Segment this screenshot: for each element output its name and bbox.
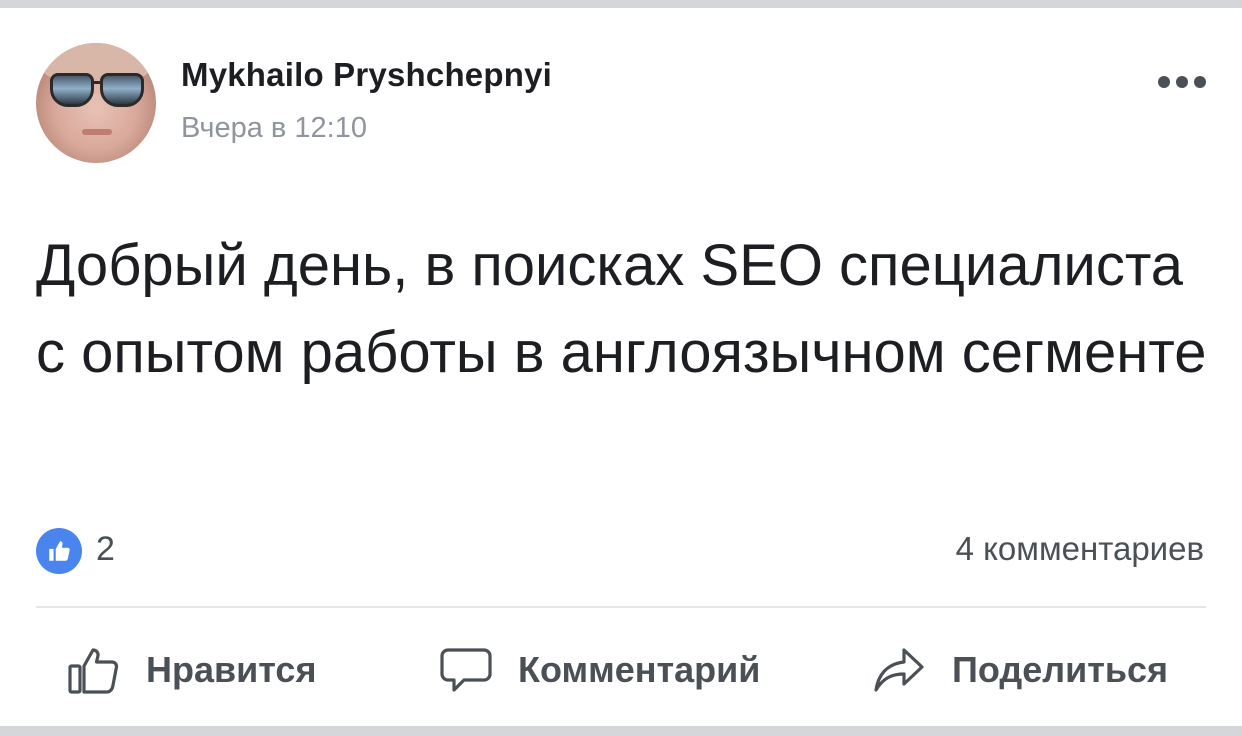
top-separator — [0, 0, 1242, 8]
bottom-separator — [0, 726, 1242, 736]
reaction-count[interactable]: 2 — [96, 530, 115, 569]
share-button[interactable]: Поделиться — [872, 638, 1168, 702]
more-options-button[interactable] — [1150, 64, 1214, 100]
more-dot-icon — [1158, 76, 1170, 88]
post-text: Добрый день, в поисках SEO специалиста с… — [36, 233, 1207, 385]
share-label: Поделиться — [952, 649, 1169, 690]
comments-count-link[interactable]: 4 комментариев — [956, 530, 1204, 568]
author-name[interactable]: Mykhailo Pryshchepnyi — [181, 56, 552, 94]
like-label: Нравится — [146, 649, 317, 690]
more-dot-icon — [1176, 76, 1188, 88]
more-dot-icon — [1194, 76, 1206, 88]
divider — [36, 606, 1206, 608]
thumbs-up-icon[interactable] — [36, 528, 82, 574]
post-card: Mykhailo Pryshchepnyi Вчера в 12:10 Добр… — [0, 0, 1242, 736]
post-timestamp[interactable]: Вчера в 12:10 — [181, 112, 367, 145]
speech-bubble-icon — [438, 642, 494, 698]
comment-button[interactable]: Комментарий — [438, 638, 760, 702]
share-arrow-icon — [872, 642, 928, 698]
thumbs-up-outline-icon — [66, 642, 122, 698]
avatar[interactable] — [36, 43, 156, 163]
comment-label: Комментарий — [518, 649, 761, 690]
like-button[interactable]: Нравится — [66, 638, 316, 702]
